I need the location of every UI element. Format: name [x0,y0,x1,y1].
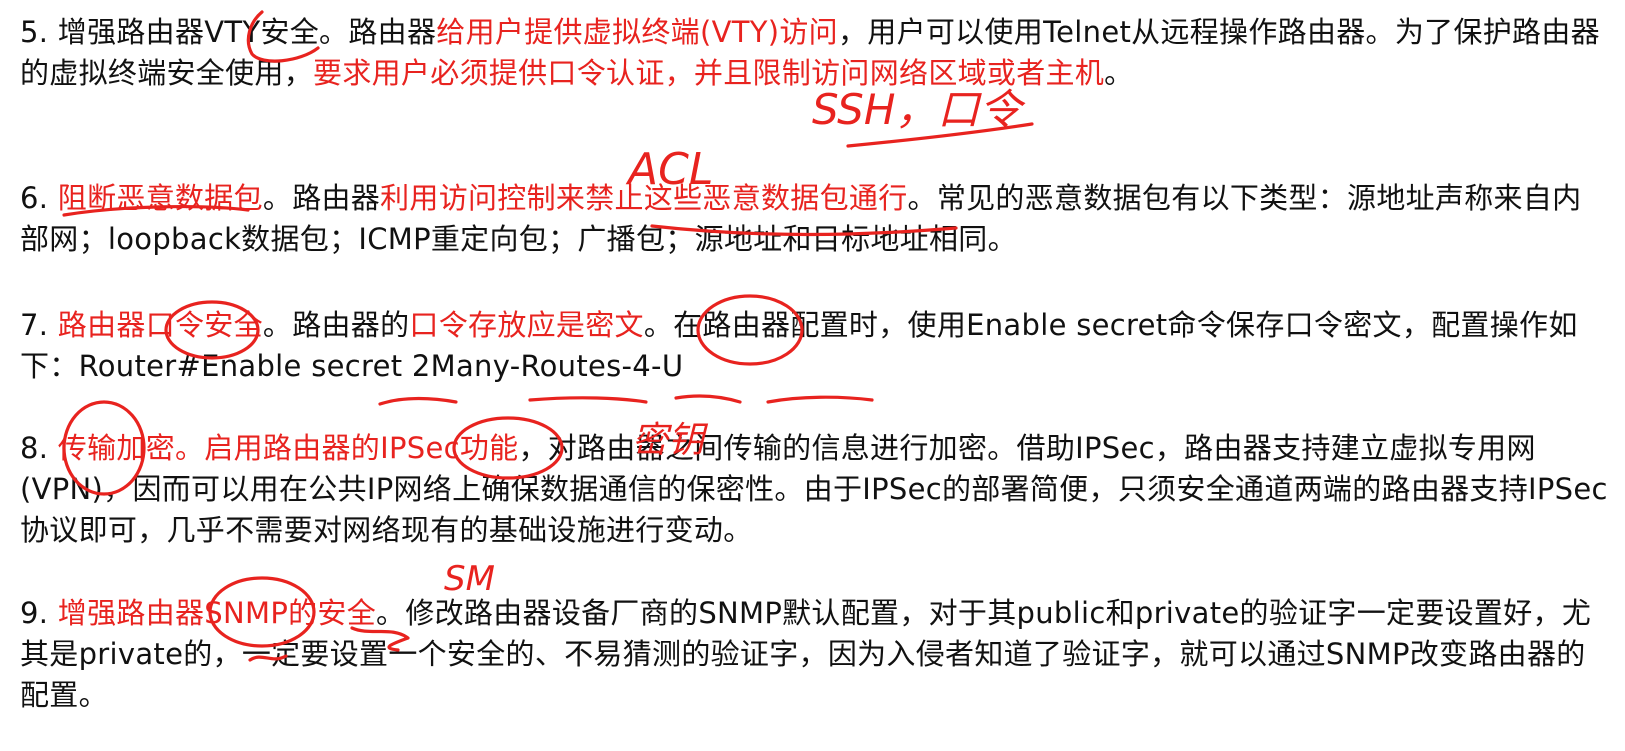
highlighted-text-segment: 口令存放应是密文 [409,308,644,342]
text-segment: 5. 增强路由器VTY安全。路由器 [20,15,437,49]
highlighted-text-segment: 要求用户必须提供口令认证，并且限制访问网络区域或者主机 [313,56,1105,90]
highlighted-text-segment: 路由器口令安全 [57,308,263,342]
text-segment: 。 [1104,56,1134,90]
highlighted-text-segment: 增强路由器SNMP的安全 [57,596,377,630]
document-page: 5. 增强路由器VTY安全。路由器给用户提供虚拟终端(VTY)访问，用户可以使用… [0,0,1625,751]
paragraph-7-password-security: 7. 路由器口令安全。路由器的口令存放应是密文。在路由器配置时，使用Enable… [20,305,1610,387]
underline-enable-command-1 [378,396,458,406]
paragraph-9-snmp-security: 9. 增强路由器SNMP的安全。修改路由器设备厂商的SNMP默认配置，对于其pu… [20,593,1610,716]
text-segment: 6. [20,181,58,215]
text-segment: 9. [20,596,58,630]
highlighted-text-segment: 阻断恶意数据包 [57,181,263,215]
highlighted-text-segment: 传输加密。启用路由器的IPSec功能 [57,431,519,465]
highlighted-text-segment: 利用访问控制来禁止这些恶意数据包通行 [380,181,908,215]
underline-enable-command-3 [674,394,742,404]
ssh-underline-stroke [846,122,1034,148]
paragraph-5-vty-security: 5. 增强路由器VTY安全。路由器给用户提供虚拟终端(VTY)访问，用户可以使用… [20,12,1610,94]
underline-enable-command-2 [528,396,648,404]
paragraph-6-block-malicious-packets: 6. 阻断恶意数据包。路由器利用访问控制来禁止这些恶意数据包通行。常见的恶意数据… [20,178,1610,260]
paragraph-8-transmission-encryption: 8. 传输加密。启用路由器的IPSec功能，对路由器之间传输的信息进行加密。借助… [20,428,1610,551]
text-segment: 。路由器 [262,181,381,215]
highlighted-text-segment: 给用户提供虚拟终端(VTY)访问 [436,15,838,49]
text-segment: 7. [20,308,58,342]
text-segment: 8. [20,431,58,465]
underline-enable-command-4 [766,395,874,404]
text-segment: 。路由器的 [262,308,410,342]
